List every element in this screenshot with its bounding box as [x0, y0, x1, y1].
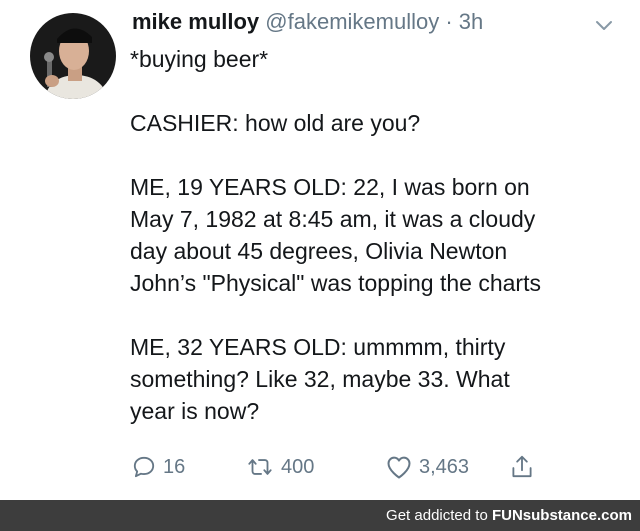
watermark-footer: Get addicted to FUNsubstance.com [0, 500, 640, 531]
tweet-paragraph: ME, 32 YEARS OLD: ummmm, thirty somethin… [130, 334, 510, 424]
like-button[interactable]: 3,463 [385, 450, 469, 484]
retweet-icon [248, 459, 272, 475]
tweet-header: mike mulloy @fakemikemulloy · 3h [132, 5, 483, 39]
reply-button[interactable]: 16 [131, 450, 185, 484]
avatar[interactable] [30, 13, 116, 99]
like-count: 3,463 [419, 455, 470, 478]
reply-count: 16 [163, 455, 186, 478]
tweet-text: *buying beer* CASHIER: how old are you? … [130, 43, 630, 427]
footer-tagline: Get addicted to [386, 507, 492, 524]
separator-dot: · [445, 9, 453, 34]
tweet-timestamp[interactable]: 3h [459, 9, 483, 34]
author-handle[interactable]: @fakemikemulloy [265, 9, 439, 34]
retweet-button[interactable]: 400 [245, 450, 314, 484]
tweet-paragraph: *buying beer* [130, 46, 269, 72]
author-name[interactable]: mike mulloy [132, 9, 259, 34]
share-icon [512, 455, 532, 478]
comment-icon [133, 456, 155, 478]
heart-icon [387, 456, 411, 479]
retweet-count: 400 [281, 455, 315, 478]
footer-brand: FUNsubstance.com [491, 507, 632, 524]
chevron-down-icon[interactable] [592, 14, 616, 38]
share-button[interactable] [509, 450, 541, 484]
tweet-paragraph: ME, 19 YEARS OLD: 22, I was born on May … [130, 174, 541, 296]
tweet-paragraph: CASHIER: how old are you? [130, 110, 421, 136]
footer-text[interactable]: Get addicted to FUNsubstance.com [386, 507, 632, 525]
tweet-card: mike mulloy @fakemikemulloy · 3h *buying… [0, 0, 640, 500]
tweet-actions: 16 400 3,463 [131, 450, 551, 484]
